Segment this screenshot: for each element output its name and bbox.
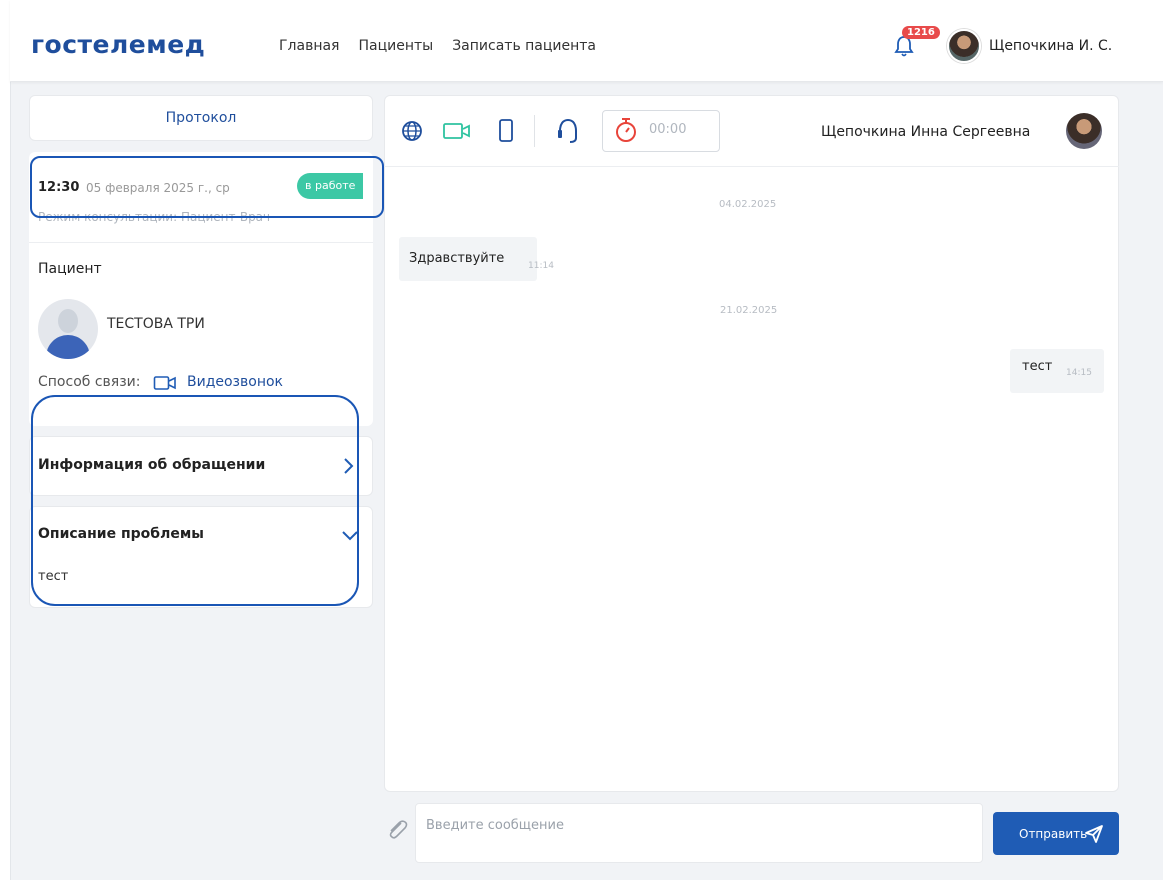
doctor-avatar: [1066, 113, 1102, 149]
patient-name[interactable]: ТЕСТОВА ТРИ: [107, 316, 205, 332]
message-input-placeholder[interactable]: Введите сообщение: [426, 818, 564, 833]
notification-badge: 1216: [902, 26, 940, 39]
user-name[interactable]: Щепочкина И. С.: [989, 38, 1112, 54]
send-icon[interactable]: [1084, 824, 1104, 844]
date-separator: 04.02.2025: [719, 199, 777, 210]
logo[interactable]: гостелемед: [31, 30, 205, 59]
video-icon: [153, 376, 176, 390]
divider: [29, 242, 373, 243]
user-avatar[interactable]: [947, 29, 981, 63]
message-time: 14:15: [1066, 368, 1092, 378]
highlight-appointment: [30, 156, 384, 218]
message-text: тест: [1022, 359, 1053, 374]
call-timer-value: 00:00: [649, 122, 687, 137]
message-input[interactable]: [415, 803, 983, 863]
highlight-sections: [31, 395, 359, 606]
patient-avatar: [38, 299, 98, 359]
date-separator: 21.02.2025: [720, 305, 778, 316]
nav-item-patients[interactable]: Пациенты: [358, 38, 433, 54]
headset-icon[interactable]: [555, 116, 581, 146]
contact-method-value: Видеозвонок: [187, 374, 283, 390]
video-call-icon[interactable]: [442, 121, 472, 141]
phone-icon[interactable]: [497, 118, 515, 144]
globe-icon[interactable]: [400, 119, 424, 143]
send-button-label[interactable]: Отправить: [1019, 827, 1087, 841]
message-time: 11:14: [528, 261, 554, 271]
message-text: Здравствуйте: [409, 251, 505, 266]
main-nav: Главная Пациенты Записать пациента: [279, 38, 596, 54]
paperclip-icon[interactable]: [384, 817, 410, 843]
contact-method-label: Способ связи:: [38, 374, 141, 390]
nav-item-book-patient[interactable]: Записать пациента: [452, 38, 596, 54]
doctor-name: Щепочкина Инна Сергеевна: [821, 124, 1031, 140]
protocol-tab[interactable]: Протокол: [29, 95, 373, 141]
toolbar-separator: [534, 115, 535, 147]
patient-heading: Пациент: [38, 261, 102, 277]
stopwatch-icon: [616, 118, 636, 142]
nav-item-home[interactable]: Главная: [279, 38, 339, 54]
